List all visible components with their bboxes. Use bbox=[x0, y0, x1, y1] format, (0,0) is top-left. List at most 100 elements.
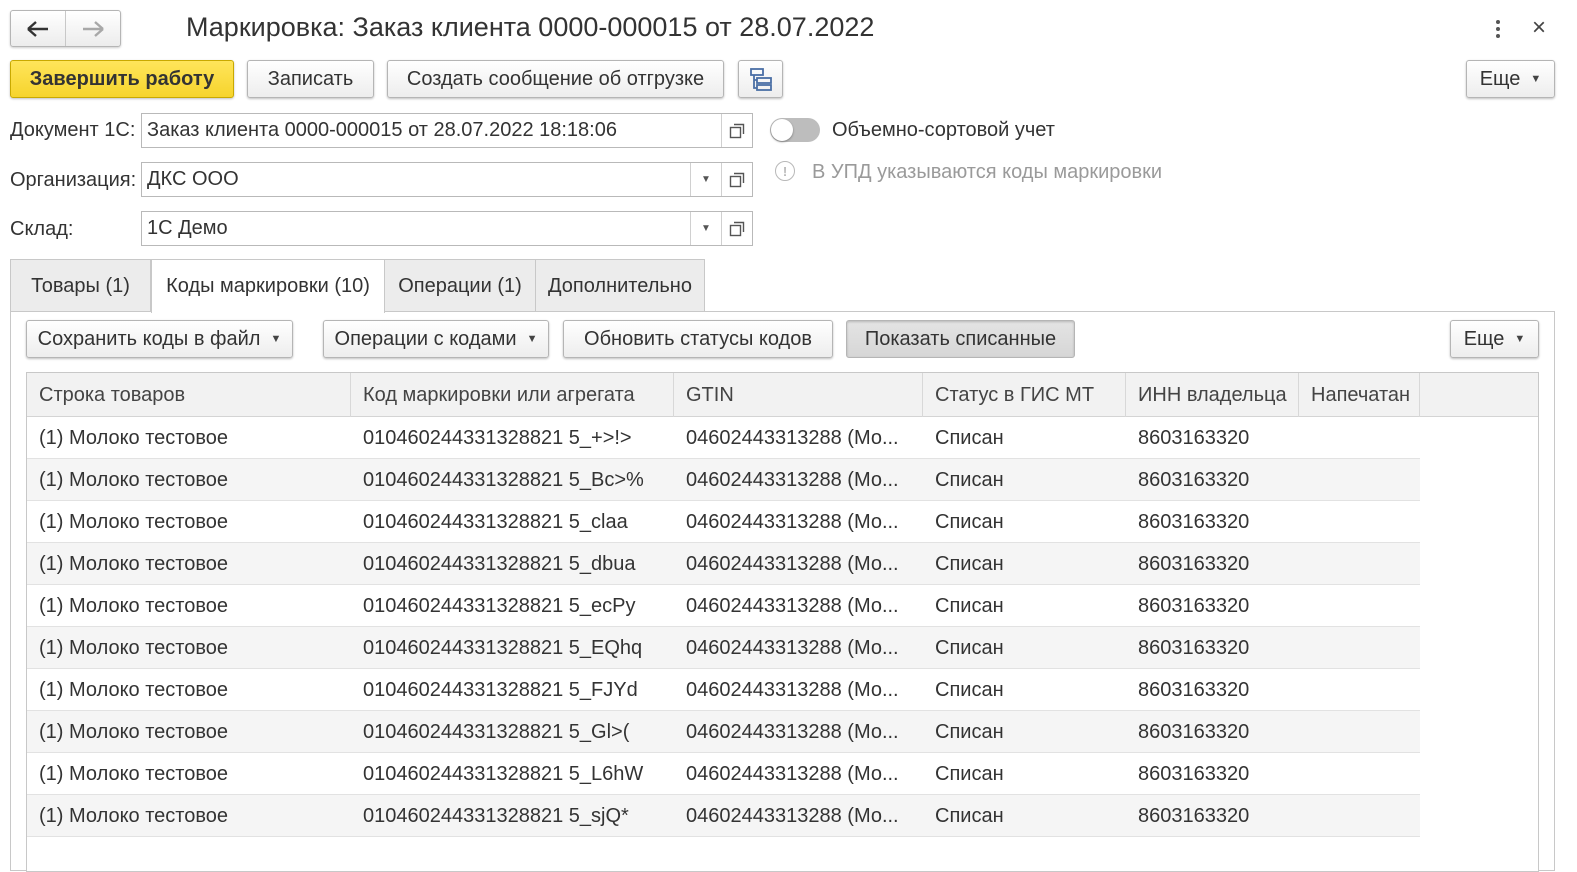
cell-marking-code: 010460244331328821 5_sjQ* bbox=[363, 804, 629, 827]
tab-marking-codes[interactable]: Коды маркировки (10) bbox=[151, 259, 385, 313]
open-organization-button[interactable] bbox=[721, 163, 752, 196]
open-document-button[interactable] bbox=[721, 114, 752, 147]
cell-marking-code: 010460244331328821 5_FJYd bbox=[363, 678, 638, 701]
column-header-gtin[interactable]: GTIN bbox=[674, 373, 923, 417]
cell-goods-row: (1) Молоко тестовое bbox=[39, 762, 229, 785]
save-codes-to-file-button[interactable]: Сохранить коды в файл ▼ bbox=[26, 320, 293, 358]
column-header-status[interactable]: Статус в ГИС МТ bbox=[923, 373, 1126, 417]
cell-goods-row: (1) Молоко тестовое bbox=[39, 552, 229, 575]
show-written-off-button[interactable]: Показать списанные bbox=[846, 320, 1075, 358]
organization-field[interactable]: ДКС ООО ▼ bbox=[141, 162, 753, 197]
column-header-marking-code[interactable]: Код маркировки или агрегата bbox=[351, 373, 674, 417]
hierarchy-icon bbox=[749, 68, 772, 91]
table-row[interactable]: (1) Молоко тестовое 010460244331328821 5_… bbox=[27, 501, 1420, 543]
codes-more-button[interactable]: Еще ▼ bbox=[1450, 320, 1539, 358]
cell-printed bbox=[1299, 417, 1420, 459]
cell-printed bbox=[1299, 627, 1420, 669]
cell-goods-row: (1) Молоко тестовое bbox=[39, 636, 229, 659]
organization-value: ДКС ООО bbox=[147, 168, 239, 190]
cell-gtin: 04602443313288 (Мо... bbox=[686, 804, 899, 827]
tab-operations[interactable]: Операции (1) bbox=[384, 259, 536, 312]
refresh-code-statuses-button[interactable]: Обновить статусы кодов bbox=[563, 320, 833, 358]
cell-status: Списан bbox=[935, 720, 1004, 743]
code-operations-label: Операции с кодами bbox=[334, 327, 517, 350]
window-title: Маркировка: Заказ клиента 0000-000015 от… bbox=[186, 12, 875, 42]
open-icon bbox=[729, 172, 745, 187]
organization-dropdown-button[interactable]: ▼ bbox=[690, 163, 721, 196]
cell-status: Списан bbox=[935, 468, 1004, 491]
cell-owner-inn: 8603163320 bbox=[1138, 720, 1250, 743]
structure-button[interactable] bbox=[738, 60, 783, 98]
caret-down-icon: ▼ bbox=[1514, 333, 1526, 345]
open-warehouse-button[interactable] bbox=[721, 212, 752, 245]
table-row[interactable]: (1) Молоко тестовое 010460244331328821 5_… bbox=[27, 627, 1420, 669]
nav-buttons bbox=[10, 10, 121, 47]
open-icon bbox=[729, 221, 745, 236]
volume-sort-toggle[interactable] bbox=[770, 118, 820, 142]
info-icon: ! bbox=[775, 161, 795, 181]
cell-status: Списан bbox=[935, 594, 1004, 617]
cell-marking-code: 010460244331328821 5_Gl>( bbox=[363, 720, 630, 743]
warehouse-dropdown-button[interactable]: ▼ bbox=[690, 212, 721, 245]
save-button[interactable]: Записать bbox=[247, 60, 374, 98]
warehouse-field[interactable]: 1С Демо ▼ bbox=[141, 211, 753, 246]
table-row[interactable]: (1) Молоко тестовое 010460244331328821 5_… bbox=[27, 585, 1420, 627]
table-row[interactable]: (1) Молоко тестовое 010460244331328821 5_… bbox=[27, 417, 1420, 459]
cell-printed bbox=[1299, 501, 1420, 543]
tab-goods[interactable]: Товары (1) bbox=[10, 259, 151, 312]
back-button[interactable] bbox=[11, 11, 65, 46]
document-value: Заказ клиента 0000-000015 от 28.07.2022 … bbox=[147, 119, 617, 141]
table-row[interactable]: (1) Молоко тестовое 010460244331328821 5_… bbox=[27, 795, 1420, 837]
cell-marking-code: 010460244331328821 5_Bc>% bbox=[363, 468, 644, 491]
cell-owner-inn: 8603163320 bbox=[1138, 468, 1250, 491]
create-shipment-message-button[interactable]: Создать сообщение об отгрузке bbox=[387, 60, 724, 98]
table-header: Строка товаров Код маркировки или агрега… bbox=[27, 373, 1538, 417]
table-row[interactable]: (1) Молоко тестовое 010460244331328821 5_… bbox=[27, 669, 1420, 711]
cell-printed bbox=[1299, 543, 1420, 585]
close-icon[interactable]: × bbox=[1532, 14, 1546, 42]
save-codes-label: Сохранить коды в файл bbox=[37, 327, 261, 350]
cell-goods-row: (1) Молоко тестовое bbox=[39, 594, 229, 617]
cell-owner-inn: 8603163320 bbox=[1138, 678, 1250, 701]
cell-owner-inn: 8603163320 bbox=[1138, 552, 1250, 575]
tab-additional[interactable]: Дополнительно bbox=[535, 259, 705, 312]
cell-gtin: 04602443313288 (Мо... bbox=[686, 594, 899, 617]
caret-down-icon: ▼ bbox=[701, 174, 711, 185]
table-row[interactable]: (1) Молоко тестовое 010460244331328821 5_… bbox=[27, 459, 1420, 501]
column-header-owner-inn[interactable]: ИНН владельца bbox=[1126, 373, 1299, 417]
warehouse-value: 1С Демо bbox=[147, 217, 228, 239]
table-row[interactable]: (1) Молоко тестовое 010460244331328821 5_… bbox=[27, 543, 1420, 585]
document-field[interactable]: Заказ клиента 0000-000015 от 28.07.2022 … bbox=[141, 113, 753, 148]
cell-marking-code: 010460244331328821 5_ecPy bbox=[363, 594, 636, 617]
column-header-printed[interactable]: Напечатан bbox=[1299, 373, 1420, 417]
more-menu-icon[interactable] bbox=[1488, 16, 1508, 42]
cell-goods-row: (1) Молоко тестовое bbox=[39, 426, 229, 449]
table-row[interactable]: (1) Молоко тестовое 010460244331328821 5_… bbox=[27, 711, 1420, 753]
cell-marking-code: 010460244331328821 5_dbua bbox=[363, 552, 636, 575]
table-row[interactable]: (1) Молоко тестовое 010460244331328821 5_… bbox=[27, 753, 1420, 795]
cell-status: Списан bbox=[935, 804, 1004, 827]
cell-printed bbox=[1299, 459, 1420, 501]
cell-gtin: 04602443313288 (Мо... bbox=[686, 636, 899, 659]
forward-button[interactable] bbox=[65, 11, 120, 46]
more-button[interactable]: Еще ▼ bbox=[1466, 60, 1555, 98]
cell-status: Списан bbox=[935, 510, 1004, 533]
cell-printed bbox=[1299, 585, 1420, 627]
cell-gtin: 04602443313288 (Мо... bbox=[686, 468, 899, 491]
cell-marking-code: 010460244331328821 5_+>!> bbox=[363, 426, 632, 449]
cell-owner-inn: 8603163320 bbox=[1138, 636, 1250, 659]
more-button-label: Еще bbox=[1479, 67, 1521, 90]
cell-printed bbox=[1299, 795, 1420, 837]
cell-printed bbox=[1299, 669, 1420, 711]
document-label: Документ 1С: bbox=[10, 119, 136, 141]
code-operations-button[interactable]: Операции с кодами ▼ bbox=[323, 320, 549, 358]
cell-gtin: 04602443313288 (Мо... bbox=[686, 552, 899, 575]
finish-work-button[interactable]: Завершить работу bbox=[10, 60, 234, 98]
cell-goods-row: (1) Молоко тестовое bbox=[39, 678, 229, 701]
cell-status: Списан bbox=[935, 426, 1004, 449]
arrow-right-icon bbox=[83, 20, 104, 37]
toggle-knob bbox=[771, 119, 793, 141]
column-header-goods-row[interactable]: Строка товаров bbox=[27, 373, 351, 417]
codes-more-label: Еще bbox=[1463, 327, 1505, 350]
caret-down-icon: ▼ bbox=[1530, 73, 1542, 85]
